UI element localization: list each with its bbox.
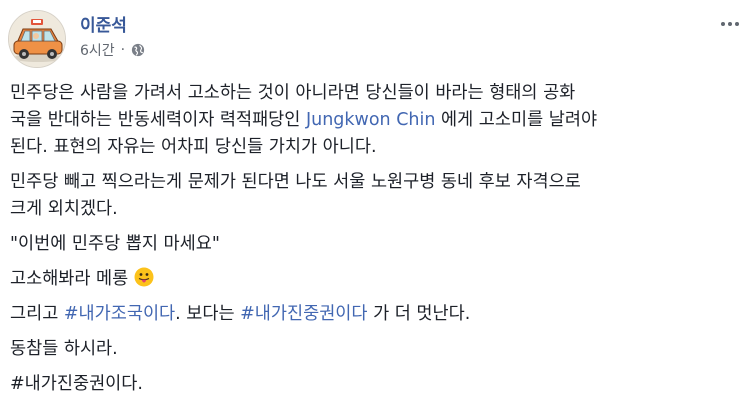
- post-body: 민주당은 사람을 가려서 고소하는 것이 아니라면 당신들이 바라는 형태의 공…: [10, 80, 746, 406]
- mention-link[interactable]: Jungkwon Chin: [306, 110, 436, 130]
- meta-separator: ·: [120, 42, 126, 58]
- p1-line3: 된다. 표현의 자유는 어차피 당신들 가치가 아니다.: [10, 137, 377, 157]
- hashtag-link-2[interactable]: #내가진중권이다: [240, 304, 367, 324]
- more-dot: [728, 22, 732, 26]
- avatar-taxi-cartoon-image: [9, 11, 65, 67]
- paragraph-6: 동참들 하시라.: [10, 336, 746, 363]
- p5-post: 가 더 멋난다.: [367, 304, 471, 324]
- post-meta: 6시간 ·: [80, 40, 145, 60]
- p4-text: 고소해봐라 메롱: [10, 269, 134, 289]
- p6-text: 동참들 하시라.: [10, 339, 118, 359]
- p2-line2: 크게 외치겠다.: [10, 199, 118, 219]
- avatar[interactable]: [8, 10, 66, 68]
- paragraph-2: 민주당 빼고 찍으라는게 문제가 된다면 나도 서울 노원구병 동네 후보 자격…: [10, 169, 746, 223]
- paragraph-7: #내가진중권이다.: [10, 371, 746, 398]
- p5-mid: . 보다는: [175, 304, 241, 324]
- p5-pre: 그리고: [10, 304, 64, 324]
- p7-text: #내가진중권이다.: [10, 374, 143, 394]
- p3-text: "이번에 민주당 뽑지 마세요": [10, 234, 220, 254]
- paragraph-1: 민주당은 사람을 가려서 고소하는 것이 아니라면 당신들이 바라는 형태의 공…: [10, 80, 746, 161]
- p1-line2-pre: 국을 반대하는 반동세력이자 력적패당인: [10, 110, 306, 130]
- p1-line2-post: 에게 고소미를 날려야: [435, 110, 598, 130]
- hashtag-link-1[interactable]: #내가조국이다: [64, 304, 175, 324]
- more-dot: [735, 22, 739, 26]
- post-timestamp[interactable]: 6시간: [80, 40, 115, 60]
- more-dot: [721, 22, 725, 26]
- paragraph-3: "이번에 민주당 뽑지 마세요": [10, 231, 746, 258]
- author-name[interactable]: 이준석: [80, 11, 127, 36]
- tongue-out-emoji: [134, 267, 154, 287]
- p1-line1: 민주당은 사람을 가려서 고소하는 것이 아니라면 당신들이 바라는 형태의 공…: [10, 83, 576, 103]
- globe-icon[interactable]: [131, 43, 145, 57]
- facebook-post: 이준석 6시간 · 민주당은 사람을 가려서 고소하는 것이 아니라면 당신들이…: [0, 0, 754, 419]
- paragraph-5: 그리고 #내가조국이다. 보다는 #내가진중권이다 가 더 멋난다.: [10, 301, 746, 328]
- more-options-icon[interactable]: [716, 14, 744, 34]
- paragraph-4: 고소해봐라 메롱: [10, 266, 746, 293]
- p2-line1: 민주당 빼고 찍으라는게 문제가 된다면 나도 서울 노원구병 동네 후보 자격…: [10, 172, 581, 192]
